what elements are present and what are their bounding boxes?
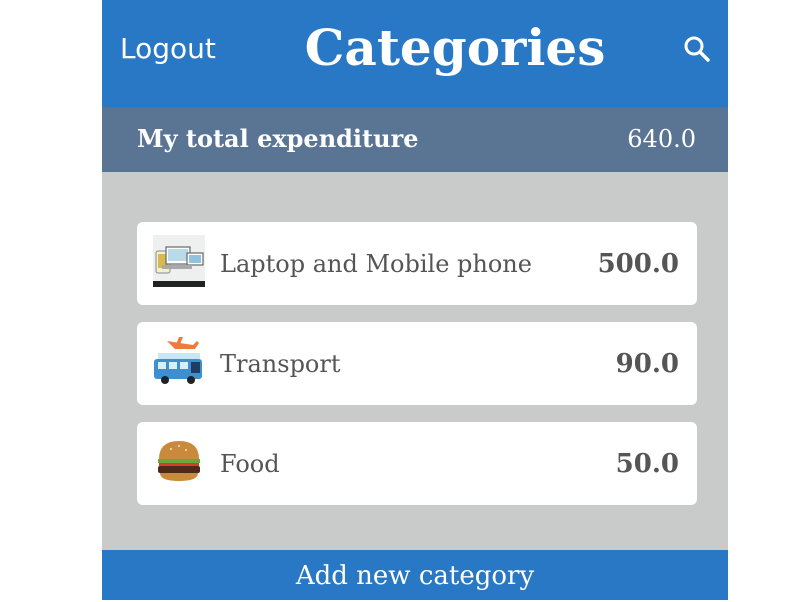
category-card-laptop-mobile[interactable]: Laptop and Mobile phone 500.0: [137, 222, 697, 305]
category-amount: 50.0: [615, 449, 679, 479]
transport-icon: [153, 335, 205, 387]
category-card-food[interactable]: Food 50.0: [137, 422, 697, 505]
category-card-transport[interactable]: Transport 90.0: [137, 322, 697, 405]
total-expenditure-value: 640.0: [627, 125, 696, 153]
add-new-category-button[interactable]: Add new category: [102, 550, 728, 600]
app-screen: Logout Categories My total expenditure 6…: [102, 0, 728, 600]
category-name: Laptop and Mobile phone: [220, 250, 532, 278]
category-name: Food: [220, 450, 280, 478]
category-amount: 90.0: [615, 349, 679, 379]
app-header: Logout Categories: [102, 0, 728, 107]
burger-icon: [153, 435, 205, 487]
search-icon[interactable]: [682, 34, 712, 64]
category-name: Transport: [220, 350, 341, 378]
devices-icon: [153, 235, 205, 287]
total-expenditure-label: My total expenditure: [137, 124, 419, 153]
total-expenditure-bar: My total expenditure 640.0: [102, 107, 728, 172]
category-amount: 500.0: [597, 249, 679, 279]
